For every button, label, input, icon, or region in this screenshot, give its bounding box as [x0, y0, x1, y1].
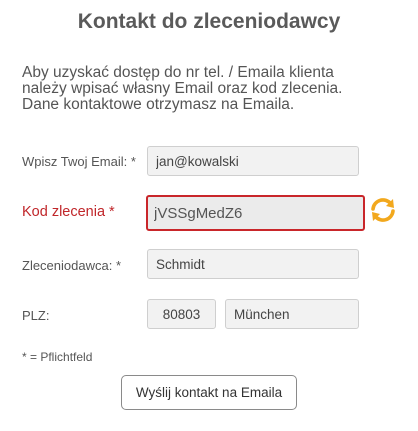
- intro-line: Dane kontaktowe otrzymasz na Emaila.: [22, 96, 295, 113]
- client-label: Zleceniodawca: *: [22, 258, 121, 273]
- required-note: * = Pflichtfeld: [22, 350, 93, 364]
- email-label: Wpisz Twoj Email: *: [22, 154, 136, 169]
- intro-line: należy wpisać własny Email oraz kod zlec…: [22, 80, 343, 97]
- order-code-label: Kod zlecenia *: [22, 204, 115, 220]
- intro-line: Aby uzyskać dostęp do nr tel. / Emaila k…: [22, 64, 334, 81]
- order-code-field[interactable]: [146, 195, 365, 231]
- client-field[interactable]: [147, 249, 359, 279]
- page-title: Kontakt do zleceniodawcy: [77, 10, 341, 33]
- refresh-icon[interactable]: [369, 196, 397, 224]
- send-contact-button[interactable]: Wyślij kontakt na Emaila: [121, 375, 297, 410]
- city-field[interactable]: [225, 299, 359, 329]
- email-field[interactable]: [147, 146, 359, 176]
- plz-label: PLZ:: [22, 308, 50, 323]
- postal-code-field[interactable]: [147, 299, 216, 329]
- intro-text: Aby uzyskać dostęp do nr tel. / Emaila k…: [22, 65, 402, 113]
